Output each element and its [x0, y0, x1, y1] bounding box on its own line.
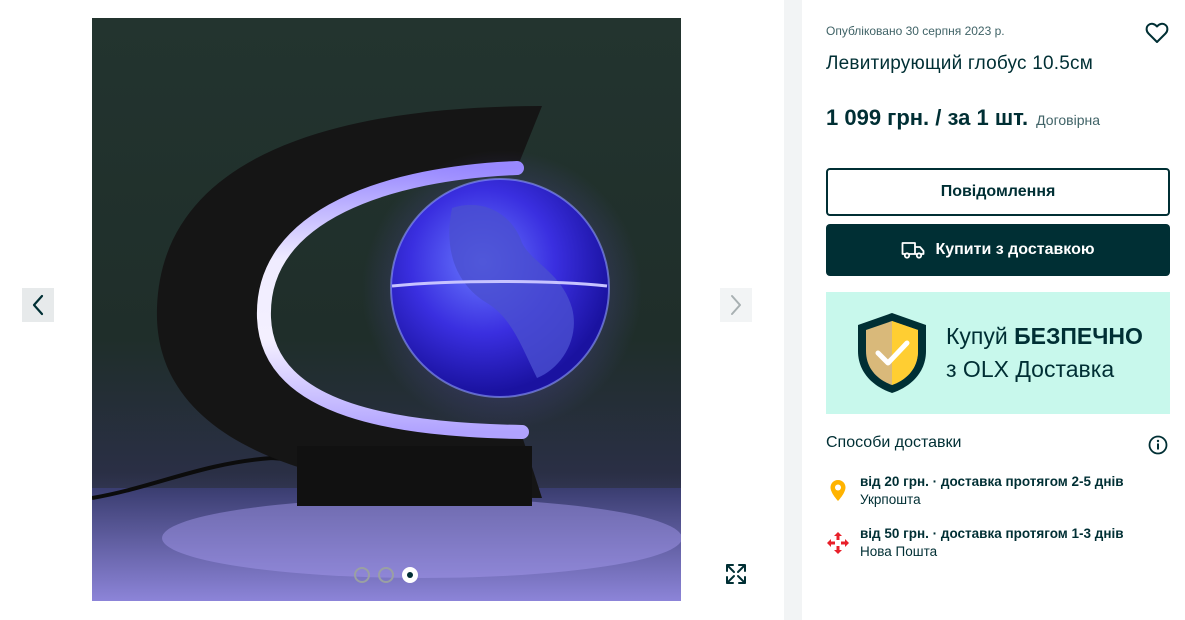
fullscreen-button[interactable]: [720, 558, 752, 590]
posted-date: Опубліковано 30 серпня 2023 р.: [826, 24, 1005, 38]
message-button[interactable]: Повідомлення: [826, 168, 1170, 216]
delivery-option-carrier: Нова Пошта: [860, 544, 938, 559]
banner-line1-prefix: Купуй: [946, 323, 1015, 349]
product-photo[interactable]: [92, 18, 681, 601]
heart-icon: [1145, 22, 1169, 43]
delivery-option-price-time: від 50 грн. · доставка протягом 1-3 днів: [860, 526, 1124, 541]
chevron-left-icon: [32, 294, 44, 316]
safe-delivery-banner[interactable]: Купуй БЕЗПЕЧНО з OLX Доставка: [826, 292, 1170, 414]
buy-button-label: Купити з доставкою: [935, 241, 1095, 258]
banner-line1-bold: БЕЗПЕЧНО: [1014, 323, 1143, 349]
delivery-option-price-time: від 20 грн. · доставка протягом 2-5 днів: [860, 474, 1124, 489]
image-gallery: [0, 0, 784, 620]
expand-icon: [726, 564, 746, 584]
photo-dot-1[interactable]: [354, 567, 370, 583]
negotiable-label: Договірна: [1036, 112, 1101, 128]
delivery-info-button[interactable]: [1148, 435, 1168, 455]
price-row: 1 099 грн. / за 1 шт. Договірна: [826, 105, 1100, 131]
banner-text: Купуй БЕЗПЕЧНО з OLX Доставка: [946, 320, 1143, 386]
truck-icon: [902, 242, 925, 259]
delivery-option-ukrposhta: від 20 грн. · доставка протягом 2-5 днів…: [826, 473, 1124, 509]
favorite-button[interactable]: [1144, 20, 1170, 46]
photo-dot-3[interactable]: [402, 567, 418, 583]
levitating-globe-image: [92, 106, 681, 601]
price: 1 099 грн. / за 1 шт.: [826, 105, 1029, 130]
shield-check-icon: [858, 313, 926, 393]
banner-line2: з OLX Доставка: [946, 356, 1115, 382]
next-photo-button[interactable]: [720, 288, 752, 322]
photo-dot-2[interactable]: [378, 567, 394, 583]
listing-title: Левитирующий глобус 10.5см: [826, 53, 1093, 74]
nova-poshta-icon: [827, 532, 849, 554]
delivery-option-carrier: Укрпошта: [860, 492, 921, 507]
map-pin-icon: [830, 480, 846, 501]
previous-photo-button[interactable]: [22, 288, 54, 322]
listing-details-panel: Опубліковано 30 серпня 2023 р. Левитирую…: [802, 0, 1185, 620]
photo-pagination: [354, 567, 418, 583]
buy-with-delivery-button[interactable]: Купити з доставкою: [826, 224, 1170, 276]
info-icon: [1148, 435, 1168, 455]
chevron-right-icon: [731, 295, 741, 315]
delivery-option-nova-poshta: від 50 грн. · доставка протягом 1-3 днів…: [826, 525, 1124, 561]
delivery-methods-heading: Способи доставки: [826, 434, 962, 451]
